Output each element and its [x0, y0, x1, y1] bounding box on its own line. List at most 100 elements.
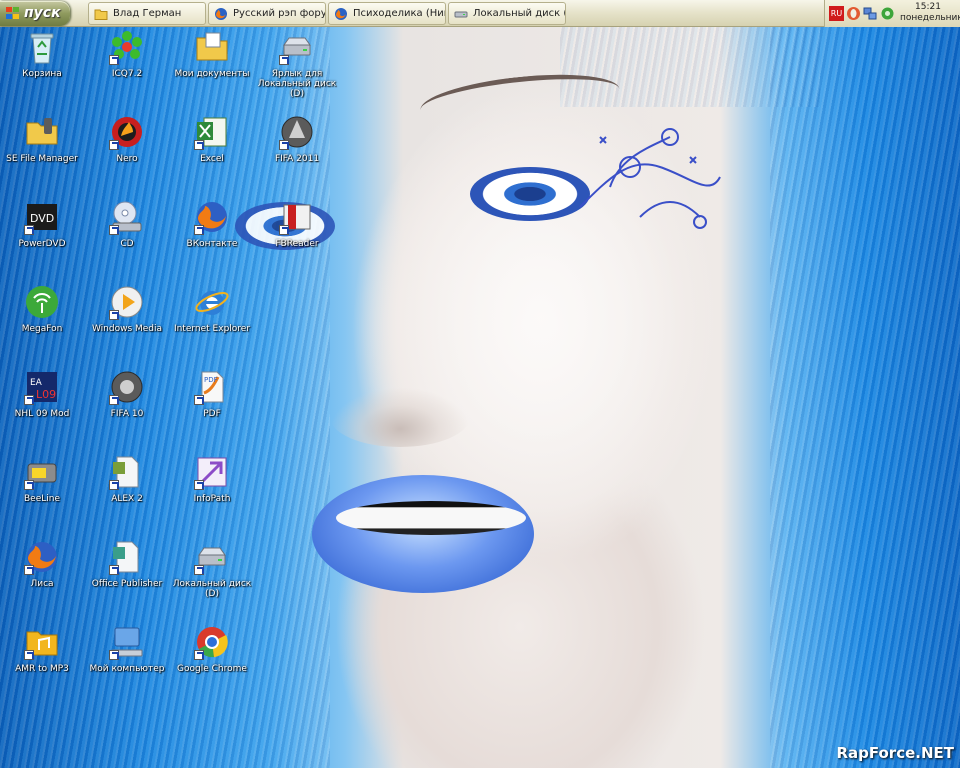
language-indicator[interactable]: RU: [829, 6, 844, 21]
shortcut-arrow-icon: [194, 140, 204, 150]
opera-icon[interactable]: [846, 6, 861, 21]
icon-label: Мой компьютер: [89, 664, 165, 674]
shortcut-arrow-icon: [194, 480, 204, 490]
icon-label: InfoPath: [193, 494, 231, 504]
desktop-icon-internet-explorer[interactable]: Internet Explorer: [170, 282, 254, 364]
shortcut-arrow-icon: [109, 55, 119, 65]
shortcut-arrow-icon: [109, 140, 119, 150]
shortcut-arrow-icon: [109, 650, 119, 660]
icon-label: Office Publisher: [91, 579, 163, 589]
desktop-icon-local-disk-d[interactable]: Локальный диск (D): [170, 537, 254, 619]
icon-label: Мои документы: [174, 69, 250, 79]
drive-icon: [454, 11, 468, 18]
desktop-icon-fifa-2011[interactable]: FIFA 2011: [255, 112, 339, 194]
desktop-icon-fox[interactable]: Лиса: [0, 537, 84, 619]
task-button-local-disk[interactable]: Локальный диск (D:): [448, 2, 566, 25]
system-tray: RU 15:21 понедельник: [824, 0, 960, 27]
desktop-icon-infopath[interactable]: InfoPath: [170, 452, 254, 534]
task-label: Психоделика (Ник...: [353, 8, 445, 19]
desktop-icon-recycle-bin[interactable]: Корзина: [0, 27, 84, 109]
task-button-vlad-german[interactable]: Влад Герман: [88, 2, 206, 25]
megafon-icon: [26, 286, 58, 318]
shortcut-arrow-icon: [194, 395, 204, 405]
start-button-label: пуск: [24, 5, 61, 21]
task-button-psychedelic[interactable]: Психоделика (Ник...: [328, 2, 446, 25]
svg-text:EA: EA: [30, 378, 43, 388]
clock[interactable]: 15:21 понедельник: [900, 2, 960, 24]
desktop-icon-alex-2[interactable]: ALEX 2: [85, 452, 169, 534]
windows-flag-icon: [6, 7, 20, 20]
icon-label: SE File Manager: [6, 154, 78, 164]
wallpaper-nose: [330, 387, 470, 447]
task-button-rap-forum[interactable]: Русский рэп форум ...: [208, 2, 326, 25]
shortcut-arrow-icon: [279, 225, 289, 235]
icon-label: Локальный диск (D): [172, 579, 252, 599]
shortcut-arrow-icon: [109, 310, 119, 320]
shortcut-arrow-icon: [194, 650, 204, 660]
shortcut-arrow-icon: [279, 140, 289, 150]
desktop-icon-nero[interactable]: Nero: [85, 112, 169, 194]
icon-label: AMR to MP3: [15, 664, 69, 674]
desktop-icon-pdf[interactable]: PDF PDF: [170, 367, 254, 449]
desktop-icon-shortcut-local-disk[interactable]: Ярлык для Локальный диск (D): [255, 27, 339, 109]
svg-text:L09: L09: [36, 388, 56, 401]
svg-text:DVD: DVD: [30, 212, 54, 225]
icon-label: Ярлык для Локальный диск (D): [257, 69, 337, 99]
icon-label: Excel: [200, 154, 224, 164]
desktop-icon-powerdvd[interactable]: DVD PowerDVD: [0, 197, 84, 279]
icon-label: CD: [120, 239, 134, 249]
network-icon[interactable]: [863, 6, 878, 21]
desktop-icon-fbreader[interactable]: FBReader: [255, 197, 339, 279]
icon-label: FBReader: [275, 239, 319, 249]
desktop-icon-beeline[interactable]: BeeLine: [0, 452, 84, 534]
desktop-icon-google-chrome[interactable]: Google Chrome: [170, 622, 254, 704]
icon-label: MegaFon: [21, 324, 63, 334]
desktop-icon-windows-media[interactable]: Windows Media: [85, 282, 169, 364]
desktop-icon-fifa-10[interactable]: FIFA 10: [85, 367, 169, 449]
icon-label: ALEX 2: [111, 494, 143, 504]
shortcut-arrow-icon: [279, 55, 289, 65]
desktop-icon-amr-to-mp3[interactable]: AMR to MP3: [0, 622, 84, 704]
watermark-text: RapForce.NET: [836, 744, 954, 762]
svg-text:PDF: PDF: [204, 376, 218, 384]
shortcut-arrow-icon: [194, 565, 204, 575]
desktop-icon-nhl-09[interactable]: EA L09 NHL 09 Mod: [0, 367, 84, 449]
icon-label: BeeLine: [23, 494, 60, 504]
wallpaper-teeth: [336, 501, 526, 535]
shortcut-arrow-icon: [109, 480, 119, 490]
icon-label: Лиса: [30, 579, 54, 589]
start-button[interactable]: пуск: [0, 1, 70, 26]
desktop-icon-cd[interactable]: CD: [85, 197, 169, 279]
icon-label: FIFA 10: [110, 409, 144, 419]
file-manager-icon: [26, 118, 58, 145]
shortcut-arrow-icon: [24, 565, 34, 575]
icon-label: PDF: [203, 409, 221, 419]
shortcut-arrow-icon: [24, 395, 34, 405]
desktop-icon-vkontakte[interactable]: ВКонтакте: [170, 197, 254, 279]
shortcut-arrow-icon: [109, 225, 119, 235]
icon-label: Windows Media: [91, 324, 163, 334]
my-documents-icon: [196, 32, 228, 61]
desktop-icon-icq[interactable]: ICQ7.2: [85, 27, 169, 109]
icon-label: Корзина: [22, 69, 62, 79]
recycle-bin-icon: [30, 33, 54, 64]
firefox-icon: [215, 8, 227, 20]
icon-label: ВКонтакте: [186, 239, 238, 249]
shortcut-arrow-icon: [24, 480, 34, 490]
desktop-icon-my-documents[interactable]: Мои документы: [170, 27, 254, 109]
desktop[interactable]: Корзина SE File Manager DVD PowerDVD Meg…: [0, 27, 960, 768]
shortcut-arrow-icon: [24, 225, 34, 235]
icon-label: Nero: [116, 154, 138, 164]
desktop-icon-se-file-manager[interactable]: SE File Manager: [0, 112, 84, 194]
taskbar: пуск Влад Герман Русский рэп форум ... П…: [0, 0, 960, 27]
desktop-icon-office-publisher[interactable]: Office Publisher: [85, 537, 169, 619]
firefox-icon: [335, 8, 347, 20]
desktop-icon-my-computer[interactable]: Мой компьютер: [85, 622, 169, 704]
tray-app-icon[interactable]: [880, 6, 895, 21]
wallpaper-swirl-tattoo: [579, 128, 721, 229]
icon-label: Google Chrome: [177, 664, 247, 674]
desktop-icon-excel[interactable]: Excel: [170, 112, 254, 194]
shortcut-arrow-icon: [109, 395, 119, 405]
desktop-icon-megafon[interactable]: MegaFon: [0, 282, 84, 364]
task-label: Русский рэп форум ...: [233, 8, 325, 19]
